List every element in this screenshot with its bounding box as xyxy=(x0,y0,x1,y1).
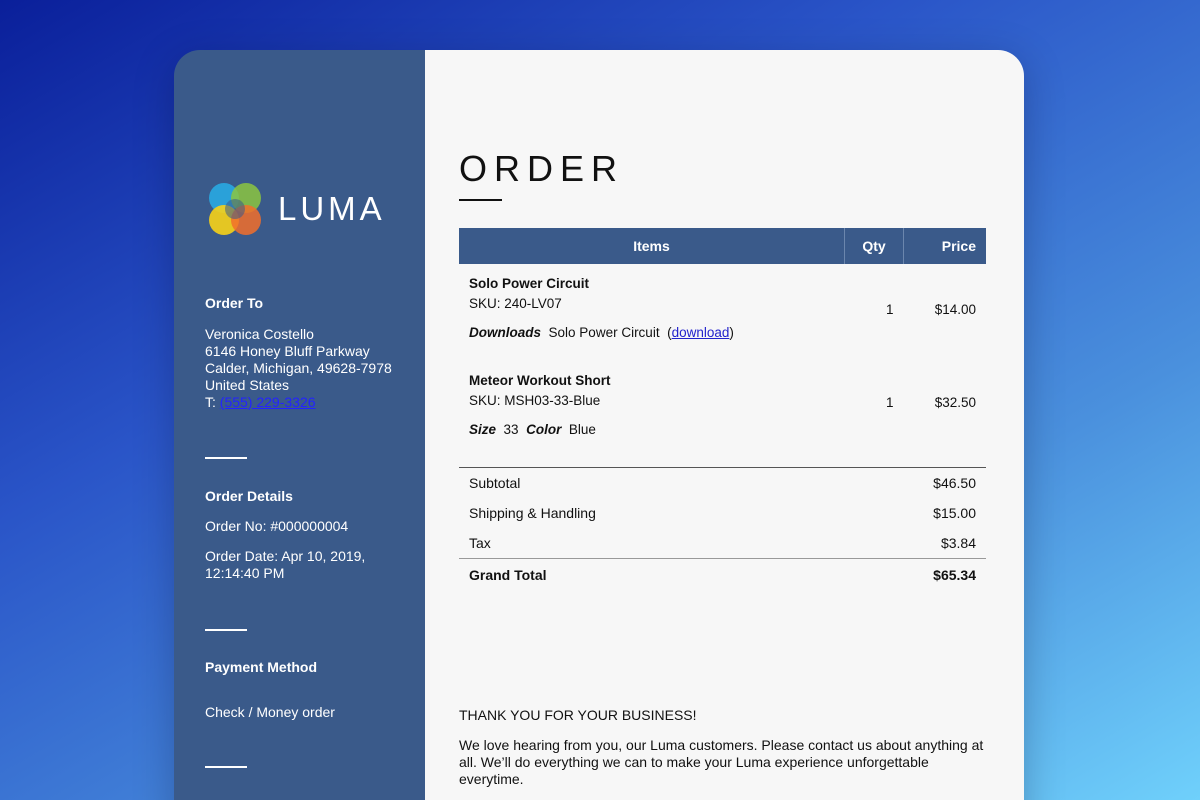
subtotal-label: Subtotal xyxy=(469,475,521,491)
header-price: Price xyxy=(903,228,986,264)
invoice-card: LUMA Order To Veronica Costello 6146 Hon… xyxy=(174,50,1024,800)
item-options: Downloads Solo Power Circuit (download) xyxy=(469,325,835,340)
thank-you-heading: THANK YOU FOR YOUR BUSINESS! xyxy=(459,707,697,723)
grand-total-row: Grand Total $65.34 xyxy=(459,558,986,591)
option-value: 33 xyxy=(503,422,519,437)
item-name: Meteor Workout Short xyxy=(469,373,611,388)
item-name: Solo Power Circuit xyxy=(469,276,590,291)
customer-name: Veronica Costello xyxy=(205,326,314,342)
option-key: Size xyxy=(469,422,497,437)
sidebar-divider xyxy=(205,766,247,768)
header-items: Items xyxy=(459,228,845,264)
option-value: Blue xyxy=(568,422,596,437)
item-price: $14.00 xyxy=(934,301,976,317)
subtotal-value: $46.50 xyxy=(933,475,976,491)
luma-logo-icon xyxy=(209,183,261,235)
order-date: Order Date: Apr 10, 2019, 12:14:40 PM xyxy=(205,548,405,582)
thank-you-message: We love hearing from you, our Luma custo… xyxy=(459,737,984,787)
item-cell: Meteor Workout Short SKU: MSH03-33-Blue … xyxy=(459,354,845,451)
option-key: Downloads xyxy=(469,325,542,340)
phone-label: T: xyxy=(205,394,216,410)
header-qty: Qty xyxy=(844,228,904,264)
phone-link[interactable]: (555) 229-3326 xyxy=(220,394,316,410)
page-title: ORDER xyxy=(459,148,625,189)
tax-label: Tax xyxy=(469,535,491,551)
download-link[interactable]: download xyxy=(672,325,730,340)
order-date-line-1: Order Date: Apr 10, 2019, xyxy=(205,548,366,564)
tax-row: Tax $3.84 xyxy=(459,528,986,558)
table-header-row: Items Qty Price xyxy=(459,228,986,264)
sidebar: LUMA Order To Veronica Costello 6146 Hon… xyxy=(174,50,425,800)
grand-total-label: Grand Total xyxy=(469,567,547,583)
shipping-row: Shipping & Handling $15.00 xyxy=(459,498,986,528)
order-to-section: Order To Veronica Costello 6146 Honey Bl… xyxy=(205,295,405,411)
sidebar-divider xyxy=(205,457,247,459)
order-to-heading: Order To xyxy=(205,295,264,311)
order-items-table: Items Qty Price Solo Power Circuit SKU: … xyxy=(459,228,986,451)
item-options: Size 33 Color Blue xyxy=(469,422,835,437)
item-qty: 1 xyxy=(885,301,894,317)
payment-method: Check / Money order xyxy=(205,704,335,720)
link-close-paren: ) xyxy=(729,325,734,340)
shipping-value: $15.00 xyxy=(933,505,976,521)
phone-line: T: (555) 229-3326 xyxy=(205,394,405,411)
table-row: Meteor Workout Short SKU: MSH03-33-Blue … xyxy=(459,354,986,451)
table-row: Solo Power Circuit SKU: 240-LV07 Downloa… xyxy=(459,264,986,354)
thank-you-section: THANK YOU FOR YOUR BUSINESS! We love hea… xyxy=(459,707,989,788)
order-details-section: Order Details Order No: #000000004 Order… xyxy=(205,488,405,582)
grand-total-value: $65.34 xyxy=(933,567,976,583)
city-line: Calder, Michigan, 49628-7978 xyxy=(205,360,392,376)
street-address: 6146 Honey Bluff Parkway xyxy=(205,343,370,359)
brand-name: LUMA xyxy=(278,190,386,227)
order-number: Order No: #000000004 xyxy=(205,518,349,534)
country: United States xyxy=(205,377,290,393)
order-details-heading: Order Details xyxy=(205,488,293,504)
subtotal-row: Subtotal $46.50 xyxy=(459,468,986,498)
item-sku: SKU: 240-LV07 xyxy=(469,296,562,311)
item-cell: Solo Power Circuit SKU: 240-LV07 Downloa… xyxy=(459,264,845,354)
order-date-line-2: 12:14:40 PM xyxy=(205,565,285,581)
luma-logo: LUMA xyxy=(206,180,386,238)
payment-section: Payment Method Check / Money order xyxy=(205,659,405,721)
option-value: Solo Power Circuit xyxy=(548,325,660,340)
sidebar-divider xyxy=(205,629,247,631)
tax-value: $3.84 xyxy=(940,535,976,551)
payment-heading: Payment Method xyxy=(205,659,318,675)
option-key: Color xyxy=(526,422,562,437)
item-price: $32.50 xyxy=(934,395,976,410)
title-underline xyxy=(459,199,502,201)
item-sku: SKU: MSH03-33-Blue xyxy=(469,393,601,408)
shipping-label: Shipping & Handling xyxy=(469,505,596,521)
item-qty: 1 xyxy=(885,395,894,410)
order-totals: Subtotal $46.50 Shipping & Handling $15.… xyxy=(459,467,986,591)
main-content: ORDER Items Qty Price Solo Power Circuit… xyxy=(425,50,1024,800)
